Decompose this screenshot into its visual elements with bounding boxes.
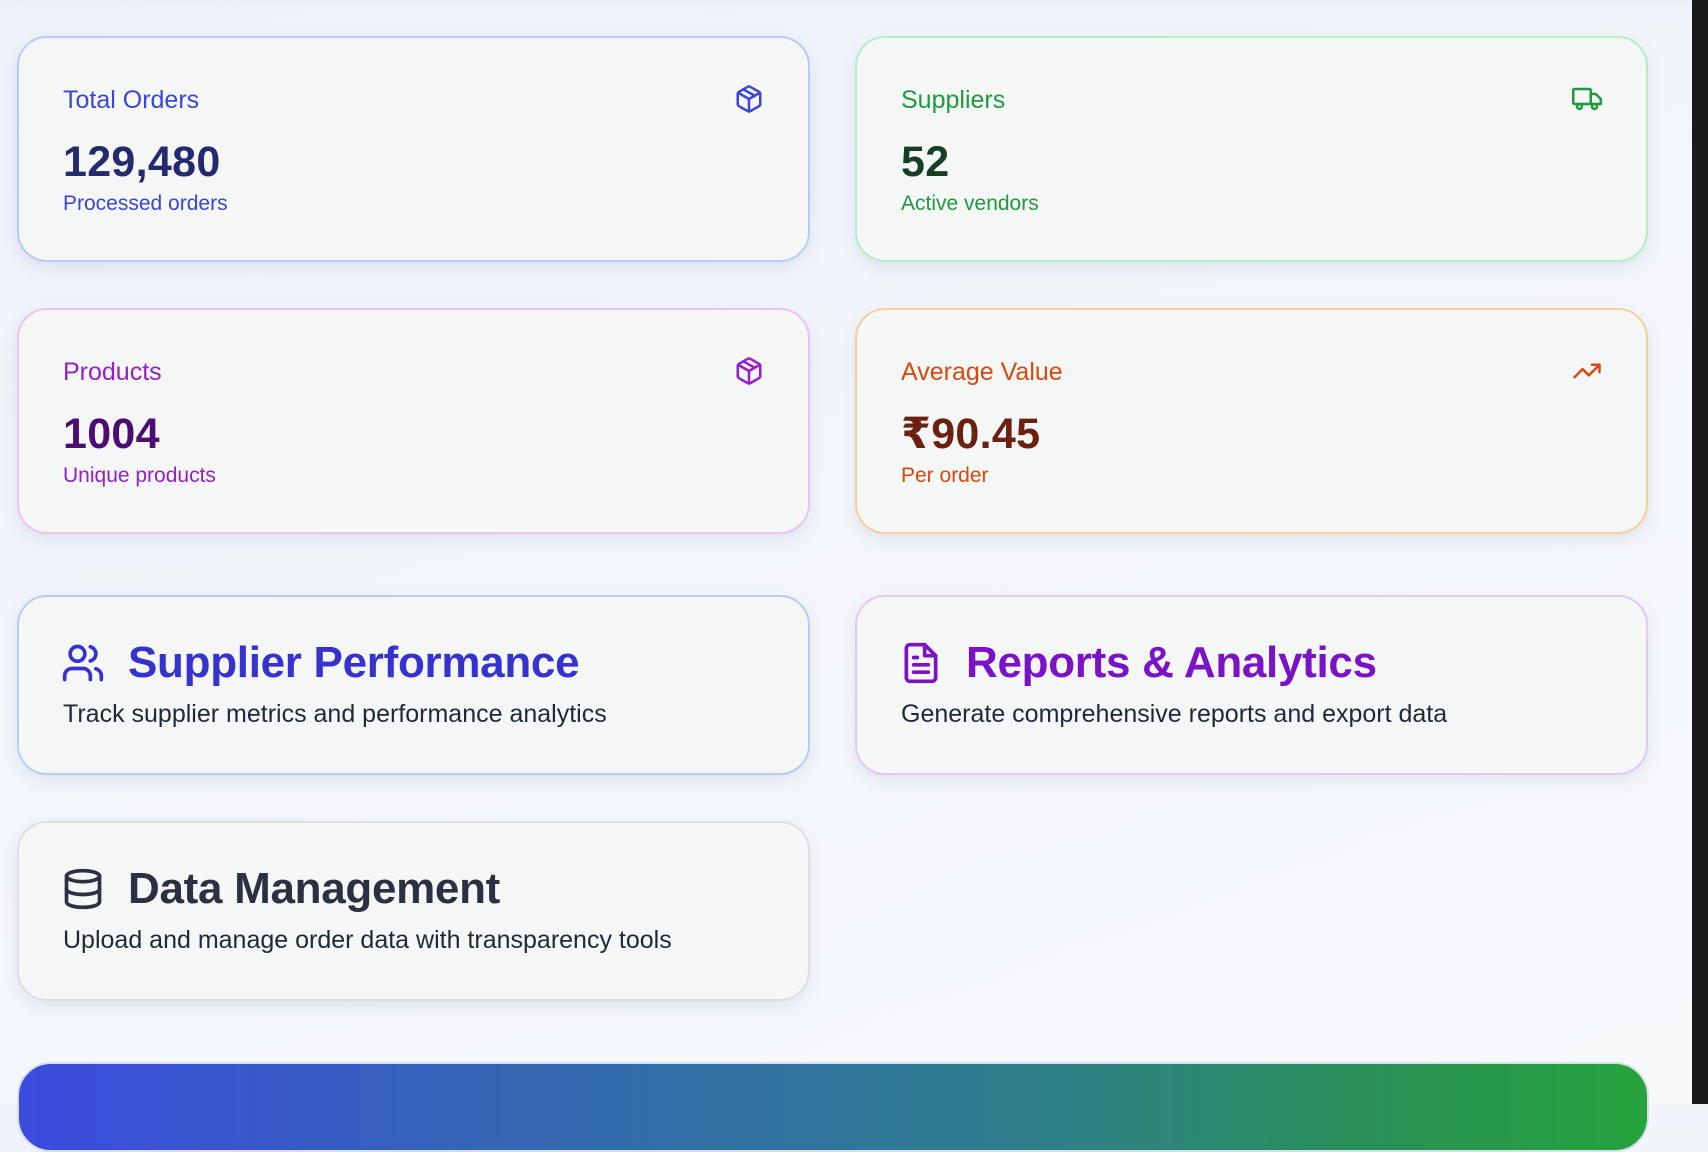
stat-card-suppliers: Suppliers 52 Active vendors (855, 36, 1648, 262)
stat-card-total-orders: Total Orders 129,480 Processed orders (17, 36, 810, 262)
feature-title: Data Management (128, 864, 501, 913)
users-icon (61, 641, 105, 685)
feature-description: Upload and manage order data with transp… (63, 926, 672, 954)
stat-value: 52 (901, 138, 950, 186)
stat-label: Products (63, 358, 162, 386)
feature-description: Track supplier metrics and performance a… (63, 700, 607, 728)
feature-description: Generate comprehensive reports and expor… (901, 700, 1448, 728)
stat-subtitle: Unique products (63, 464, 216, 487)
database-icon (61, 867, 105, 911)
feature-title: Reports & Analytics (966, 638, 1377, 687)
feature-card-reports-analytics[interactable]: Reports & Analytics Generate comprehensi… (855, 595, 1648, 775)
stat-value: 129,480 (63, 138, 221, 186)
feature-title: Supplier Performance (128, 638, 580, 687)
top-fade (0, 0, 1692, 10)
stat-label: Average Value (901, 358, 1063, 386)
stat-card-products: Products 1004 Unique products (17, 308, 810, 534)
stat-subtitle: Per order (901, 464, 989, 487)
file-text-icon (899, 641, 943, 685)
stat-value: 1004 (63, 410, 160, 458)
feature-card-data-management[interactable]: Data Management Upload and manage order … (17, 821, 810, 1001)
feature-card-supplier-performance[interactable]: Supplier Performance Track supplier metr… (17, 595, 810, 775)
stat-value: ₹90.45 (901, 410, 1041, 458)
stat-card-average-value: Average Value ₹90.45 Per order (855, 308, 1648, 534)
stat-subtitle: Processed orders (63, 192, 228, 215)
stat-label: Total Orders (63, 86, 200, 114)
trending-up-icon (1572, 356, 1602, 386)
package-icon (734, 356, 764, 386)
stat-label: Suppliers (901, 86, 1006, 114)
bottom-gradient-banner (17, 1062, 1649, 1152)
package-icon (734, 84, 764, 114)
truck-icon (1572, 84, 1602, 114)
stat-subtitle: Active vendors (901, 192, 1039, 215)
window-edge (1692, 0, 1708, 1104)
